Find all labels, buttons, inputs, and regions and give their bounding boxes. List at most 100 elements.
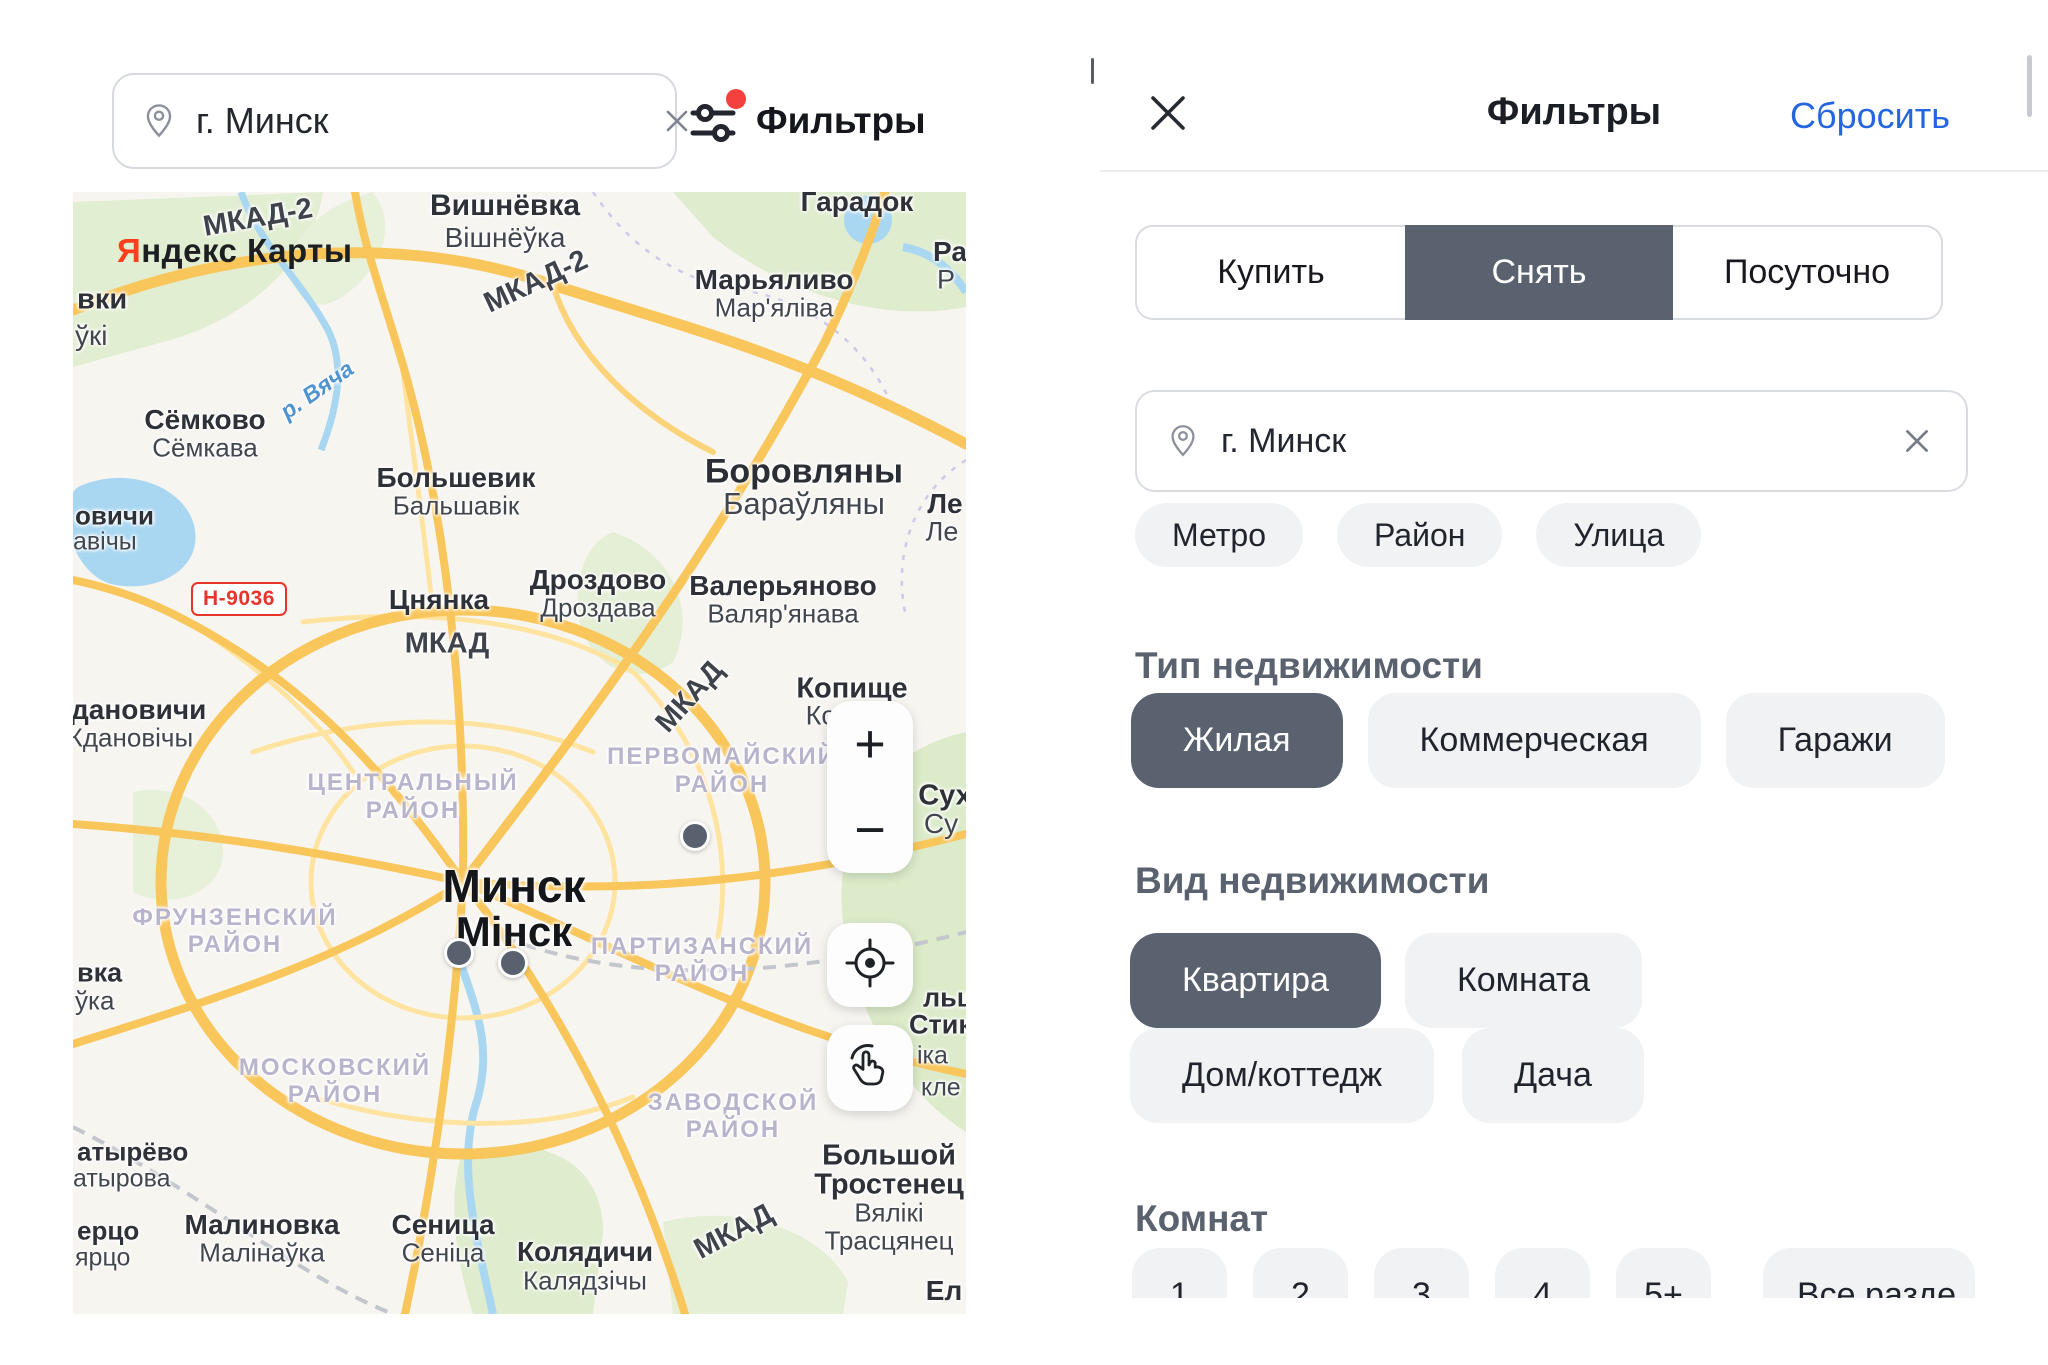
map-label: Стикл bbox=[909, 1010, 966, 1041]
pan-hand-button[interactable] bbox=[827, 1025, 913, 1111]
rooms-chips-row: 1234 5+ Все разде bbox=[1132, 1248, 1975, 1298]
map-label: Ра bbox=[933, 236, 966, 268]
locate-me-button[interactable] bbox=[827, 923, 913, 1007]
filters-panel: Фильтры Сбросить КупитьСнятьПосуточно Ме… bbox=[1100, 0, 2048, 1365]
zoom-in-button[interactable]: + bbox=[854, 717, 886, 771]
location-chip[interactable]: Район bbox=[1337, 503, 1502, 567]
map-label: Ел bbox=[926, 1275, 962, 1307]
clear-location-icon[interactable] bbox=[1900, 424, 1934, 458]
deal-type-tab[interactable]: Снять bbox=[1405, 225, 1673, 320]
rooms-chip[interactable]: 1 bbox=[1132, 1248, 1227, 1298]
rooms-chip[interactable]: Все разде bbox=[1763, 1248, 1975, 1298]
panel-location-input[interactable] bbox=[1221, 422, 1900, 461]
map-label: кле bbox=[921, 1074, 961, 1103]
map-label: Сеніца bbox=[402, 1238, 485, 1269]
section-title-property-kind: Вид недвижимости bbox=[1135, 860, 1490, 902]
clear-search-icon[interactable] bbox=[661, 105, 693, 137]
map-label: Вялікі bbox=[854, 1198, 923, 1229]
property-kind-chip[interactable]: Комната bbox=[1405, 933, 1642, 1028]
filters-sliders-icon bbox=[690, 93, 740, 149]
map-label: атырова bbox=[73, 1165, 171, 1194]
map-label: Сёмково bbox=[144, 404, 265, 436]
map-label: ПАРТИЗАНСКИЙ bbox=[591, 933, 813, 961]
panel-location-field[interactable] bbox=[1135, 390, 1968, 492]
map-label: РАЙОН bbox=[655, 960, 749, 988]
map-label: ерцо bbox=[77, 1216, 139, 1247]
map-label: ЦЕНТРАЛЬНЫЙ bbox=[307, 769, 518, 797]
property-kind-chip[interactable]: Дом/коттедж bbox=[1130, 1028, 1434, 1123]
deal-type-tab[interactable]: Посуточно bbox=[1673, 225, 1943, 320]
map-label: Ждановичи bbox=[73, 694, 206, 726]
filters-new-dot bbox=[726, 89, 746, 109]
map-label: РАЙОН bbox=[686, 1116, 780, 1144]
location-chip[interactable]: Улица bbox=[1536, 503, 1701, 567]
rooms-chip[interactable]: 3 bbox=[1374, 1248, 1469, 1298]
map-label: авічы bbox=[73, 528, 137, 557]
property-kind-chips-row-2: Дом/коттедж Дача bbox=[1130, 1028, 1644, 1123]
map-search-input[interactable] bbox=[196, 100, 661, 142]
reset-filters-button[interactable]: Сбросить bbox=[1790, 95, 1950, 137]
section-title-rooms: Комнат bbox=[1135, 1198, 1268, 1240]
property-kind-chips-row-1: Квартира Комната bbox=[1130, 933, 1642, 1028]
map-label: РАЙОН bbox=[188, 931, 282, 959]
map-label: Сёмкава bbox=[152, 433, 258, 464]
property-type-chip[interactable]: Коммерческая bbox=[1368, 693, 1701, 788]
road-number-badge: Н-9036 bbox=[191, 582, 287, 616]
map-label: Дроздово bbox=[530, 564, 667, 596]
map-label: Марьяливо bbox=[695, 264, 854, 296]
map-label: Большевик bbox=[377, 462, 536, 494]
map-label: Ле bbox=[926, 517, 959, 548]
location-chips-row: Метро Район Улица bbox=[1135, 503, 1701, 567]
rooms-chip[interactable]: 2 bbox=[1253, 1248, 1348, 1298]
map-label: ўкі bbox=[75, 320, 107, 352]
location-pin-icon bbox=[144, 103, 174, 139]
zoom-control[interactable]: + − bbox=[827, 701, 913, 873]
property-type-chip[interactable]: Гаражи bbox=[1726, 693, 1945, 788]
map-label: ўка bbox=[75, 986, 114, 1017]
map-label: Калядзічы bbox=[523, 1266, 647, 1297]
locate-crosshair-icon bbox=[844, 937, 896, 994]
map-search-field[interactable] bbox=[112, 73, 677, 169]
map-label: атырёво bbox=[77, 1137, 188, 1168]
close-filters-button[interactable] bbox=[1145, 90, 1191, 136]
map-label: ФРУНЗЕНСКИЙ bbox=[132, 904, 337, 932]
map-label: Мар'яліва bbox=[715, 293, 834, 324]
rooms-chip[interactable]: 4 bbox=[1495, 1248, 1590, 1298]
map-label: Трасцянец bbox=[824, 1226, 953, 1257]
map-label: Минск bbox=[443, 859, 586, 913]
map-label: Р bbox=[937, 265, 955, 296]
listing-marker[interactable] bbox=[680, 821, 710, 851]
screen: Фильтры bbox=[0, 0, 2048, 1365]
map-label: Валяр'янава bbox=[707, 599, 858, 630]
rooms-chip[interactable]: 5+ bbox=[1616, 1248, 1711, 1298]
filters-button[interactable]: Фильтры bbox=[690, 82, 926, 160]
filters-panel-header: Фильтры Сбросить bbox=[1100, 0, 2048, 170]
property-kind-chip[interactable]: Дача bbox=[1462, 1028, 1644, 1123]
deal-type-segmented-control: КупитьСнятьПосуточно bbox=[1135, 225, 1943, 320]
filters-button-label: Фильтры bbox=[756, 100, 926, 142]
map-label: МОСКОВСКИЙ bbox=[239, 1054, 431, 1082]
listing-marker[interactable] bbox=[498, 948, 528, 978]
listing-marker[interactable] bbox=[444, 938, 474, 968]
location-chip[interactable]: Метро bbox=[1135, 503, 1303, 567]
property-type-chip[interactable]: Жилая bbox=[1131, 693, 1343, 788]
map-label: Бальшавік bbox=[393, 491, 520, 522]
map-label: ярцо bbox=[75, 1244, 130, 1273]
map-label: МКАД bbox=[405, 628, 490, 661]
map-label: Сеница bbox=[391, 1209, 494, 1241]
location-pin-icon bbox=[1169, 424, 1197, 458]
map-label: ЗАВОДСКОЙ bbox=[648, 1089, 818, 1117]
zoom-out-button[interactable]: − bbox=[854, 803, 886, 857]
map-label: ПЕРВОМАЙСКИЙ bbox=[607, 743, 837, 771]
map-label: Бараўляны bbox=[723, 486, 885, 522]
hand-gesture-icon bbox=[844, 1040, 896, 1097]
map-label: Колядичи bbox=[517, 1236, 653, 1268]
map-label: Вишнёвка bbox=[430, 192, 580, 223]
map-label: іка bbox=[917, 1042, 948, 1071]
map-label: Ждановічы bbox=[73, 723, 193, 754]
map-canvas[interactable]: Яндекс Карты Н-9036 ГарадокМКАД-2Вишнёвк… bbox=[73, 192, 966, 1314]
property-kind-chip[interactable]: Квартира bbox=[1130, 933, 1381, 1028]
sheet-edge-mark bbox=[1091, 58, 1094, 84]
map-label: Гарадок bbox=[801, 192, 914, 218]
deal-type-tab[interactable]: Купить bbox=[1135, 225, 1405, 320]
